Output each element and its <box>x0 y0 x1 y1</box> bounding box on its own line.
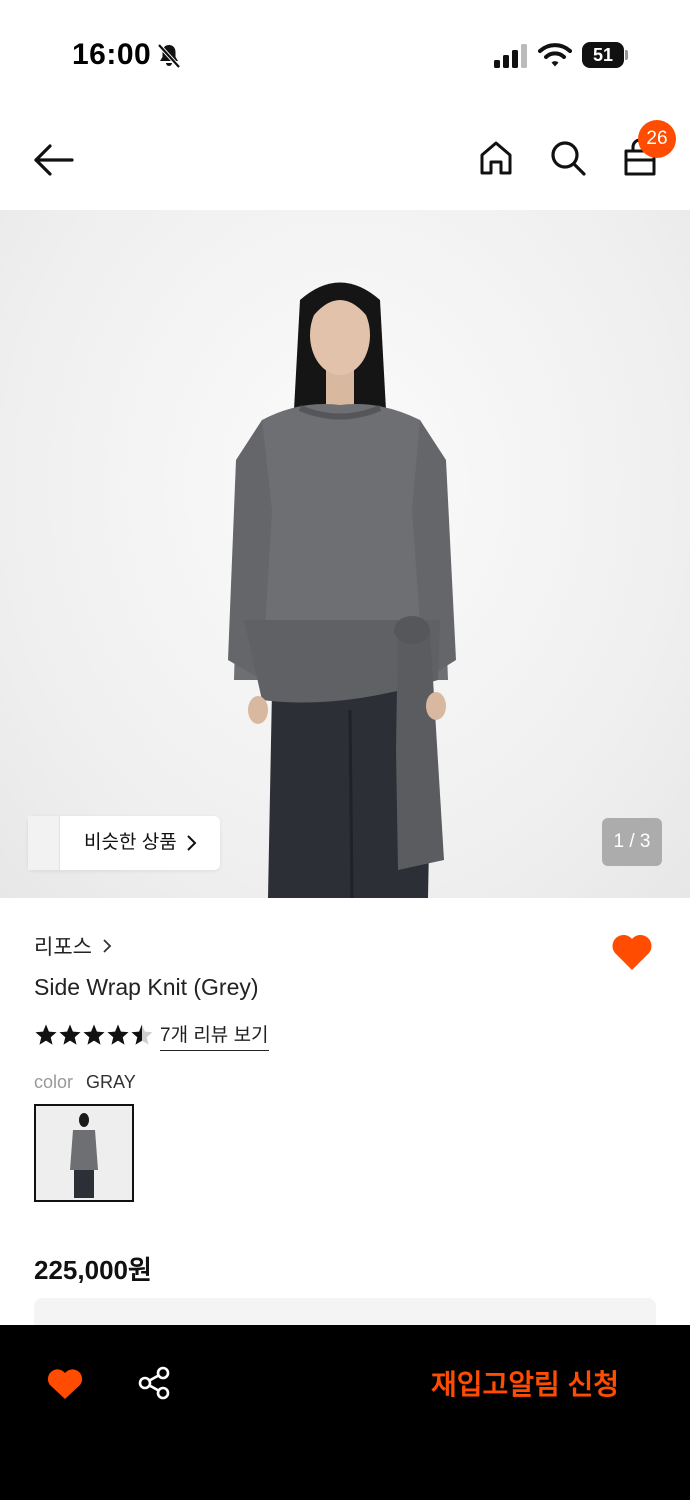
color-swatch-thumbnail[interactable] <box>34 1104 134 1202</box>
bottom-action-bar: 재입고알림 신청 <box>0 1325 690 1500</box>
star-icon <box>107 1024 129 1045</box>
nav-bar: 26 <box>0 110 690 210</box>
bell-slash-icon <box>157 43 181 69</box>
color-label: color <box>34 1072 74 1092</box>
image-page-indicator: 1 / 3 <box>602 818 662 866</box>
status-time: 16:00 <box>72 38 152 71</box>
heart-icon[interactable] <box>46 1367 84 1401</box>
swatch-photo <box>36 1106 132 1200</box>
battery-icon: 51 <box>582 42 628 68</box>
color-value: GRAY <box>86 1072 136 1092</box>
signal-icon <box>494 44 527 68</box>
star-icon <box>59 1024 81 1045</box>
color-row: color GRAY <box>34 1072 136 1093</box>
rating-row: 7개 리뷰 보기 <box>34 1020 269 1051</box>
brand-name: 리포스 <box>34 936 92 959</box>
rating-stars <box>34 1023 154 1047</box>
similar-thumbnails <box>28 816 62 870</box>
share-icon[interactable] <box>136 1365 172 1401</box>
product-photo <box>228 282 456 898</box>
product-title: Side Wrap Knit (Grey) <box>34 974 259 1000</box>
product-price: 225,000원 <box>34 1255 152 1285</box>
back-arrow-icon[interactable] <box>32 140 76 180</box>
wifi-icon <box>538 43 572 67</box>
star-icon <box>35 1024 57 1045</box>
cart-count-badge: 26 <box>638 120 676 158</box>
star-icon <box>131 1024 153 1045</box>
home-icon[interactable] <box>476 138 516 178</box>
similar-products-button[interactable]: 비슷한 상품 <box>28 816 220 870</box>
search-icon[interactable] <box>548 138 588 178</box>
star-icon <box>83 1024 105 1045</box>
brand-link[interactable]: 리포스 <box>34 930 112 962</box>
wishlist-heart-icon[interactable] <box>610 932 654 972</box>
restock-alert-button[interactable]: 재입고알림 신청 <box>400 1355 650 1415</box>
product-image-carousel[interactable]: 비슷한 상품 1 / 3 <box>0 210 690 898</box>
battery-level: 51 <box>582 42 624 68</box>
review-link[interactable]: 7개 리뷰 보기 <box>160 1020 269 1051</box>
similar-products-label: 비슷한 상품 <box>84 832 177 853</box>
status-bar: 16:00 51 <box>0 0 690 110</box>
chevron-right-icon <box>187 835 197 851</box>
chevron-right-icon <box>103 939 112 953</box>
